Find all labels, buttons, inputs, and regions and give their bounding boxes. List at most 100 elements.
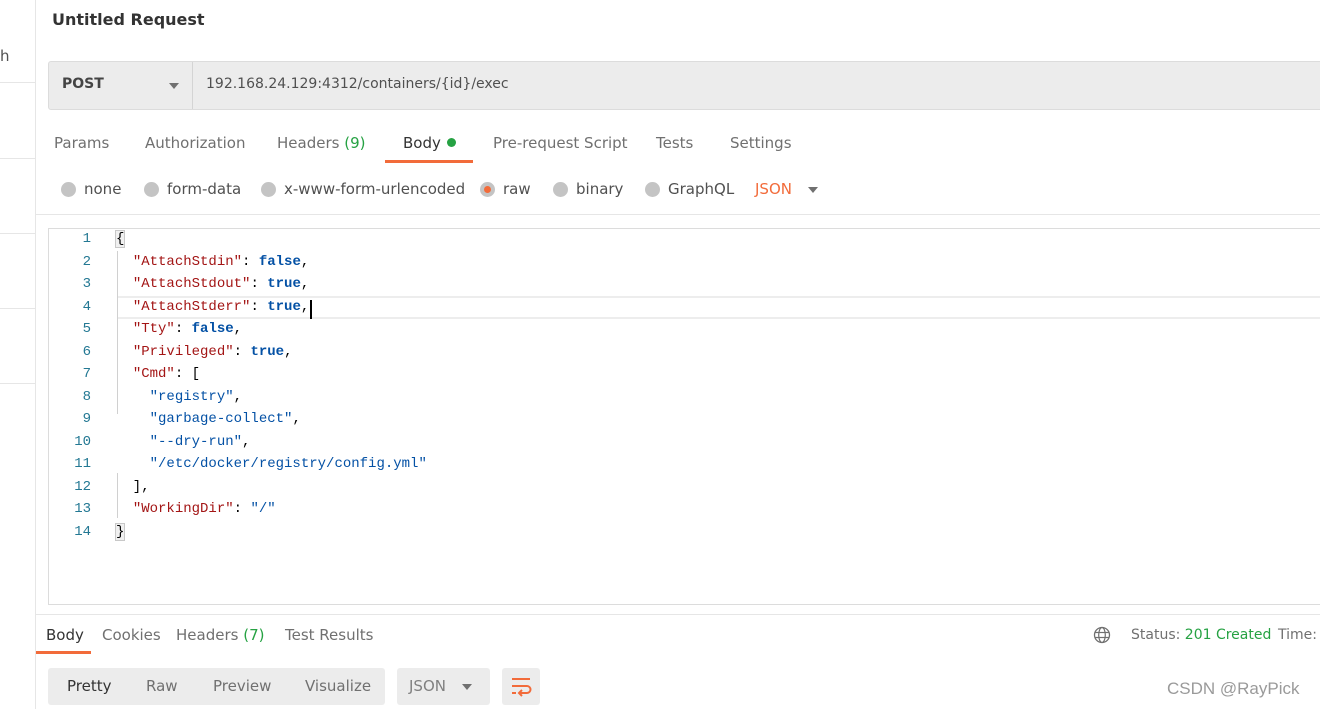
status-label: Status: bbox=[1131, 627, 1181, 643]
divider bbox=[36, 614, 1320, 615]
chevron-down-icon bbox=[462, 684, 472, 690]
active-tab-underline bbox=[36, 651, 91, 654]
body-language-select[interactable]: JSON bbox=[755, 180, 792, 198]
code-line[interactable]: "--dry-run", bbox=[116, 433, 251, 450]
response-tab-cookies[interactable]: Cookies bbox=[102, 626, 161, 644]
json-punctuation bbox=[116, 501, 133, 517]
tab-settings[interactable]: Settings bbox=[730, 134, 792, 152]
json-punctuation: : [ bbox=[174, 366, 201, 382]
radio-raw[interactable]: raw bbox=[480, 180, 531, 198]
tab-params[interactable]: Params bbox=[54, 134, 109, 152]
code-line[interactable]: "registry", bbox=[116, 389, 242, 405]
wrap-lines-button[interactable] bbox=[502, 668, 540, 705]
code-line[interactable]: "Privileged": true, bbox=[116, 343, 293, 360]
json-value: "/etc/docker/registry/config.yml" bbox=[149, 456, 427, 472]
json-value: false bbox=[191, 321, 234, 337]
code-line[interactable]: "WorkingDir": "/" bbox=[116, 501, 276, 517]
method-select[interactable]: POST bbox=[49, 62, 193, 109]
json-value: "--dry-run" bbox=[149, 433, 243, 450]
radio-graphql[interactable]: GraphQL bbox=[645, 180, 734, 198]
globe-icon[interactable] bbox=[1093, 626, 1111, 644]
code-line[interactable]: ], bbox=[116, 479, 150, 495]
response-tab-body[interactable]: Body bbox=[46, 626, 84, 644]
tab-label: Body bbox=[46, 626, 84, 644]
url-input[interactable]: 192.168.24.129:4312/containers/{id}/exec bbox=[206, 76, 509, 92]
json-key: "AttachStdout" bbox=[132, 276, 251, 292]
tab-label: Tests bbox=[656, 134, 694, 152]
json-punctuation: } bbox=[114, 522, 126, 541]
code-line[interactable]: { bbox=[114, 230, 126, 248]
json-punctuation bbox=[116, 254, 133, 270]
chevron-down-icon[interactable] bbox=[808, 187, 818, 193]
sidebar-divider bbox=[0, 82, 35, 83]
json-punctuation bbox=[116, 389, 150, 405]
radio-form-data[interactable]: form-data bbox=[144, 180, 241, 198]
line-number: 10 bbox=[74, 433, 91, 450]
tab-tests[interactable]: Tests bbox=[656, 134, 693, 152]
json-punctuation: : bbox=[250, 276, 268, 292]
radio-icon bbox=[261, 181, 276, 197]
line-number: 12 bbox=[74, 478, 91, 495]
wrap-icon bbox=[512, 678, 532, 697]
response-tab-headers[interactable]: Headers (7) bbox=[176, 626, 264, 644]
method-label: POST bbox=[62, 76, 104, 92]
request-title[interactable]: Untitled Request bbox=[52, 10, 205, 29]
code-editor[interactable]: 1 {2 "AttachStdin": false, 3 "AttachStdout… bbox=[48, 228, 1320, 605]
radio-binary[interactable]: binary bbox=[553, 180, 623, 198]
json-key: "Tty" bbox=[132, 321, 175, 337]
tab-headers[interactable]: Headers (9) bbox=[277, 134, 365, 152]
radio-icon bbox=[553, 181, 568, 197]
json-punctuation: , bbox=[300, 298, 310, 315]
code-line[interactable]: "garbage-collect", bbox=[116, 411, 301, 427]
sidebar-partial-text: h bbox=[0, 47, 10, 65]
view-preview-button[interactable]: Preview bbox=[213, 677, 271, 695]
response-format-select[interactable]: JSON bbox=[397, 668, 490, 705]
json-punctuation: , bbox=[300, 276, 310, 292]
code-line[interactable]: "AttachStdout": true, bbox=[116, 276, 309, 292]
status-value[interactable]: 201 Created bbox=[1185, 627, 1272, 643]
body-indicator-dot bbox=[446, 138, 456, 147]
code-line[interactable]: } bbox=[114, 522, 126, 541]
tab-authorization[interactable]: Authorization bbox=[145, 134, 245, 152]
tab-label: Params bbox=[54, 134, 110, 152]
tab-label: Test Results bbox=[285, 626, 374, 644]
tab-label: Pre-request Script bbox=[493, 134, 628, 152]
json-punctuation bbox=[116, 411, 150, 427]
chevron-down-icon bbox=[169, 83, 179, 89]
radio-x-www-form-urlencoded[interactable]: x-www-form-urlencoded bbox=[261, 180, 465, 198]
json-value: true bbox=[267, 298, 301, 315]
radio-icon bbox=[144, 181, 159, 197]
view-pretty-button[interactable]: Pretty bbox=[67, 677, 112, 695]
code-line[interactable]: "AttachStdin": false, bbox=[116, 254, 309, 270]
json-key: "Cmd" bbox=[132, 366, 175, 382]
json-punctuation bbox=[116, 456, 150, 472]
radio-none[interactable]: none bbox=[61, 180, 121, 198]
line-number: 6 bbox=[82, 343, 91, 360]
json-value: "garbage-collect" bbox=[149, 411, 293, 427]
json-punctuation bbox=[116, 321, 133, 337]
json-punctuation: : bbox=[233, 501, 251, 517]
tab-body[interactable]: Body bbox=[403, 134, 456, 152]
json-punctuation: , bbox=[233, 321, 243, 337]
tab-pre-request-script[interactable]: Pre-request Script bbox=[493, 134, 628, 152]
code-line[interactable]: "AttachStderr": true, bbox=[116, 299, 309, 315]
radio-label: GraphQL bbox=[668, 180, 735, 198]
json-punctuation bbox=[116, 344, 133, 360]
url-bar: POST 192.168.24.129:4312/containers/{id}… bbox=[48, 61, 1320, 110]
code-line[interactable]: "Tty": false, bbox=[116, 321, 242, 337]
json-value: "/" bbox=[250, 501, 276, 517]
response-status: Status: 201 Created bbox=[1131, 627, 1271, 643]
json-punctuation: : bbox=[242, 253, 259, 270]
tab-label: Authorization bbox=[145, 134, 246, 152]
response-tab-test-results[interactable]: Test Results bbox=[285, 626, 373, 644]
code-line[interactable]: "Cmd": [ bbox=[116, 366, 200, 382]
headers-count: (7) bbox=[243, 626, 265, 644]
view-visualize-button[interactable]: Visualize bbox=[305, 677, 371, 695]
sidebar-divider bbox=[0, 233, 35, 234]
sidebar bbox=[0, 0, 36, 709]
code-line[interactable]: "/etc/docker/registry/config.yml" bbox=[116, 456, 427, 472]
json-value: true bbox=[250, 343, 285, 360]
divider bbox=[36, 214, 1320, 215]
json-punctuation: ], bbox=[116, 478, 150, 495]
view-raw-button[interactable]: Raw bbox=[146, 677, 178, 695]
